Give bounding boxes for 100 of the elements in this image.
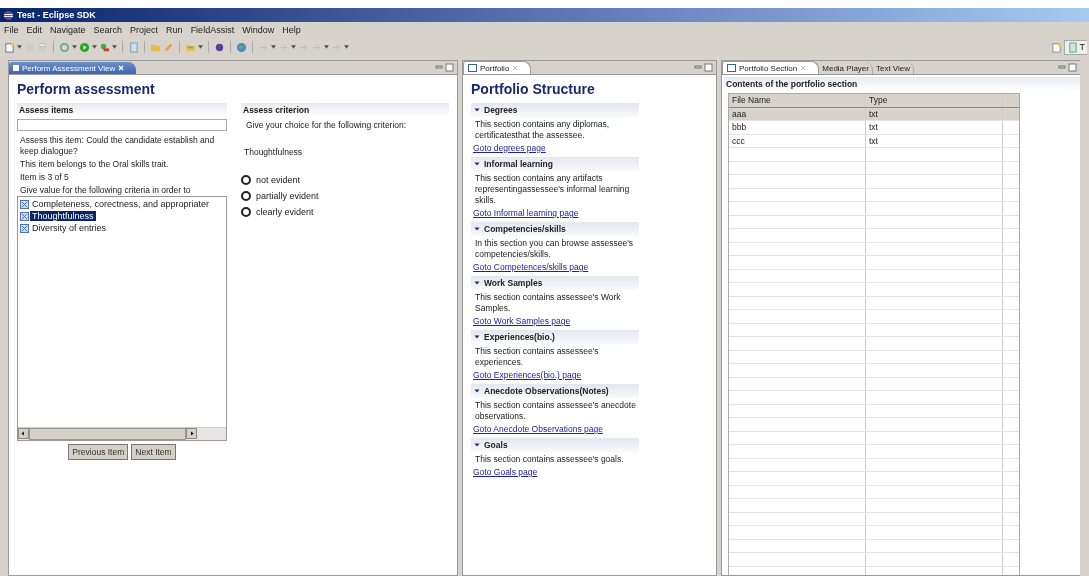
section-header[interactable]: Informal learning bbox=[471, 157, 639, 171]
scroll-thumb[interactable] bbox=[29, 428, 186, 440]
criterion-label: Thoughtfulness bbox=[244, 147, 304, 158]
dropdown-arrow-icon[interactable] bbox=[198, 45, 203, 49]
menu-item[interactable]: Help bbox=[282, 25, 301, 35]
view-title: Perform assessment bbox=[17, 81, 156, 97]
section-header[interactable]: Experiences(bio.) bbox=[471, 330, 639, 344]
input-field[interactable] bbox=[17, 119, 227, 131]
column-header[interactable]: File Name bbox=[729, 94, 866, 107]
view-tab[interactable]: Text View bbox=[872, 62, 915, 74]
dropdown-arrow-icon[interactable] bbox=[271, 45, 276, 49]
window-title: Test - Eclipse SDK bbox=[17, 10, 96, 20]
view-tab[interactable]: Portfolio Section bbox=[722, 61, 820, 74]
dropdown-arrow-icon[interactable] bbox=[344, 45, 349, 49]
view-tab[interactable]: Perform Assessment View bbox=[9, 62, 137, 74]
horizontal-scrollbar[interactable] bbox=[18, 427, 226, 440]
menu-item[interactable]: Run bbox=[166, 25, 183, 35]
minimize-maximize-icon[interactable] bbox=[694, 63, 714, 73]
menu-item[interactable]: Edit bbox=[26, 25, 43, 35]
minimize-maximize-icon[interactable] bbox=[435, 63, 455, 73]
list-item[interactable]: Diversity of entries bbox=[20, 222, 224, 234]
dropdown-arrow-icon[interactable] bbox=[92, 45, 97, 49]
menu-item[interactable]: Project bbox=[130, 25, 159, 35]
table-cell: txt bbox=[866, 107, 1003, 120]
caret-icon[interactable] bbox=[474, 161, 480, 167]
globe-icon[interactable] bbox=[236, 41, 247, 53]
dropdown-arrow-icon[interactable] bbox=[17, 45, 22, 49]
radio-option[interactable]: clearly evident bbox=[241, 204, 449, 220]
description-text: Give value for the following criteria in order to bbox=[20, 185, 192, 196]
page-link[interactable]: Goto degrees page bbox=[473, 143, 546, 153]
table-cell: aaa bbox=[729, 107, 866, 120]
caret-icon[interactable] bbox=[474, 107, 480, 113]
eclipse-icon bbox=[3, 9, 14, 21]
caret-icon[interactable] bbox=[474, 226, 480, 232]
caret-icon[interactable] bbox=[474, 442, 480, 448]
table-cell: txt bbox=[866, 121, 1003, 134]
menu-item[interactable]: File bbox=[4, 25, 19, 35]
menu-item[interactable]: Search bbox=[93, 25, 123, 35]
section-header[interactable]: Anecdote Observations(Notes) bbox=[471, 384, 639, 398]
description-text: This item belongs to the Oral skills trait. bbox=[20, 159, 170, 170]
menu-item[interactable]: FieldAssist bbox=[190, 25, 235, 35]
bug-icon[interactable] bbox=[99, 41, 110, 53]
grid-icon bbox=[20, 199, 29, 209]
caret-icon[interactable] bbox=[474, 334, 480, 340]
perspective-button[interactable]: T bbox=[1063, 39, 1087, 55]
view-tab[interactable]: Portfolio bbox=[463, 61, 532, 74]
radio-option[interactable]: not evident bbox=[241, 172, 449, 188]
description-text: Assess this item: Could the candidate establish and keep dialogue? bbox=[20, 135, 216, 157]
section-description: This section contains assessee's experiences. bbox=[475, 346, 600, 368]
section-header[interactable]: Degrees bbox=[471, 103, 639, 117]
nav-button[interactable]: Next Item bbox=[131, 444, 176, 460]
section-description: In this section you can browse assessee's competencies/skills. bbox=[475, 238, 634, 260]
table-row[interactable]: ccc txt bbox=[729, 134, 1019, 148]
page-link[interactable]: Goto Informal learning page bbox=[473, 208, 579, 218]
printer-icon[interactable] bbox=[37, 41, 48, 53]
pencil-icon[interactable] bbox=[163, 41, 174, 53]
column-header[interactable]: Type bbox=[866, 94, 1003, 107]
page-link[interactable]: Goto Competences/skills page bbox=[473, 262, 589, 272]
dropdown-arrow-icon[interactable] bbox=[72, 45, 77, 49]
dropdown-arrow-icon[interactable] bbox=[291, 45, 296, 49]
grid-icon bbox=[20, 211, 29, 221]
view-title: Portfolio Structure bbox=[471, 81, 596, 97]
section-description: This section contains assessee's goals. bbox=[475, 454, 625, 465]
table-cell: bbb bbox=[729, 121, 866, 134]
section-title: Contents of the portfolio section bbox=[724, 77, 1080, 91]
menu-item[interactable]: Navigate bbox=[50, 25, 86, 35]
page-icon bbox=[1066, 41, 1078, 53]
page-icon[interactable] bbox=[128, 41, 139, 53]
minimize-maximize-icon[interactable] bbox=[1058, 63, 1078, 73]
section-header: Assess criterion bbox=[241, 103, 449, 117]
new-file-icon[interactable] bbox=[4, 41, 15, 53]
table-cell: ccc bbox=[729, 134, 866, 147]
page-link[interactable]: Goto Goals page bbox=[473, 467, 538, 477]
sphere-icon[interactable] bbox=[214, 41, 225, 53]
section-description: This section contains any diplomas, certificatesthat the assessee. bbox=[475, 119, 611, 141]
list-item[interactable]: Completeness, corectness, and appropriater bbox=[20, 198, 224, 210]
page-link[interactable]: Goto Experiences(bio.) page bbox=[473, 370, 582, 380]
caret-icon[interactable] bbox=[474, 388, 480, 394]
table-cell: txt bbox=[866, 134, 1003, 147]
list-item[interactable]: Thoughtfulness bbox=[20, 210, 224, 222]
dropdown-arrow-icon[interactable] bbox=[112, 45, 117, 49]
description-text: Item is 3 of 5 bbox=[20, 172, 70, 183]
open-perspective-icon[interactable] bbox=[1050, 41, 1062, 53]
dropdown-arrow-icon[interactable] bbox=[324, 45, 329, 49]
nav-button[interactable]: Previous Item bbox=[68, 444, 129, 460]
section-header[interactable]: Goals bbox=[471, 438, 639, 452]
menu-item[interactable]: Window bbox=[242, 25, 275, 35]
grid-icon bbox=[20, 223, 29, 233]
caret-icon[interactable] bbox=[474, 280, 480, 286]
view-tab[interactable]: Media Player bbox=[819, 62, 873, 74]
section-header: Assess items bbox=[17, 103, 227, 117]
prompt-text: Give your choice for the following criterion: bbox=[246, 120, 408, 131]
section-description: This section contains assessee's Work Samples. bbox=[475, 292, 622, 314]
table-row[interactable]: bbb txt bbox=[729, 121, 1019, 135]
radio-option[interactable]: partially evident bbox=[241, 188, 449, 204]
page-link[interactable]: Goto Anecdote Observations page bbox=[473, 424, 603, 434]
page-link[interactable]: Goto Work Samples page bbox=[473, 316, 571, 326]
section-header[interactable]: Competencies/skills bbox=[471, 222, 639, 236]
run-icon[interactable] bbox=[79, 41, 90, 53]
section-header[interactable]: Work Samples bbox=[471, 276, 639, 290]
